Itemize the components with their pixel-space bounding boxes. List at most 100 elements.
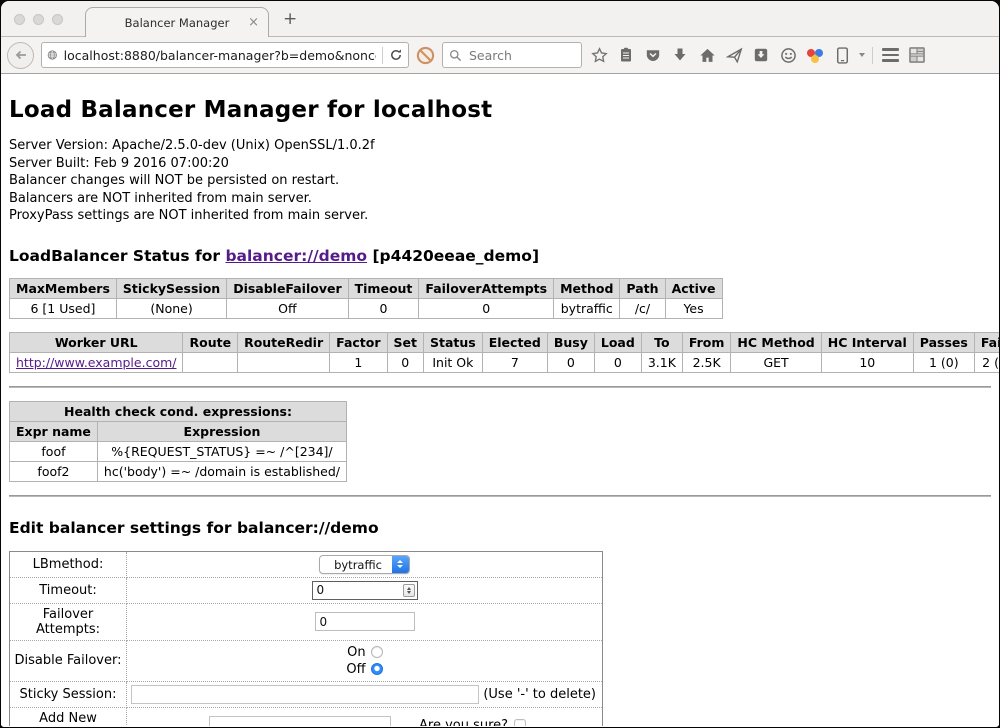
app-grid-button[interactable] (907, 45, 927, 65)
blocked-extension-button[interactable] (416, 46, 435, 65)
window-controls[interactable] (14, 14, 63, 25)
table-header-row: Health check cond. expressions: (10, 401, 347, 421)
sticky-value-cell: (Use '-' to delete) (127, 681, 603, 707)
lbmethod-label: LBmethod: (10, 551, 127, 577)
cell: 10 (821, 352, 913, 372)
pocket-button[interactable] (643, 45, 663, 65)
cell: 1 (0) (913, 352, 974, 372)
share-button[interactable] (724, 45, 744, 65)
server-info-line: Server Version: Apache/2.5.0-dev (Unix) … (9, 137, 991, 155)
form-row: Add New Worker: Are you sure? (10, 707, 603, 726)
column-header: RouteRedir (238, 332, 330, 352)
worker-url-link[interactable]: http://www.example.com/ (16, 355, 176, 370)
radio-off[interactable] (371, 663, 383, 675)
edit-balancer-form: LBmethod: bytraffic Timeout: (9, 551, 603, 727)
column-header: Route (183, 332, 238, 352)
timeout-input[interactable] (312, 581, 418, 600)
home-button[interactable] (697, 45, 717, 65)
table-row: 6 [1 Used] (None) Off 0 0 bytraffic /c/ … (10, 298, 723, 318)
column-header: StickySession (116, 278, 226, 298)
column-header: Busy (547, 332, 594, 352)
sticky-session-input[interactable] (131, 685, 479, 704)
reload-icon (389, 48, 403, 62)
save-panel-icon (753, 47, 769, 63)
pocket-icon (645, 47, 661, 63)
cell: /c/ (620, 298, 665, 318)
tab-close-icon[interactable]: × (248, 15, 259, 30)
color-dots-icon (807, 47, 823, 63)
disable-failover-label: Disable Failover: (10, 640, 127, 681)
search-input[interactable] (467, 47, 557, 64)
back-button[interactable] (7, 42, 34, 69)
column-header: HC Method (731, 332, 821, 352)
table-row: http://www.example.com/ 1 0 Init Ok 7 0 … (10, 352, 1000, 372)
browser-tab[interactable]: Balancer Manager × (85, 7, 269, 37)
column-header: To (641, 332, 682, 352)
table-row: foof %{REQUEST_STATUS} =~ /^[234]/ (10, 441, 347, 461)
bookmark-button[interactable] (589, 45, 609, 65)
url-text[interactable]: localhost:8880/balancer-manager?b=demo&n… (64, 48, 376, 63)
server-info-line: Balancers are NOT inherited from main se… (9, 190, 991, 208)
browser-window: Balancer Manager × + localhost:8880/bala… (1, 1, 999, 727)
column-header: Path (620, 278, 665, 298)
add-worker-input[interactable] (209, 716, 391, 726)
server-info: Server Version: Apache/2.5.0-dev (Unix) … (9, 137, 991, 225)
failover-attempts-input[interactable] (315, 612, 415, 631)
cell: (None) (116, 298, 226, 318)
cell: 2.5K (682, 352, 731, 372)
minimize-window-icon[interactable] (33, 14, 44, 25)
downloads-button[interactable] (670, 45, 690, 65)
column-header: Timeout (348, 278, 419, 298)
worker-url-cell: http://www.example.com/ (10, 352, 183, 372)
forget-button[interactable] (778, 45, 798, 65)
close-window-icon[interactable] (14, 14, 25, 25)
reading-list-button[interactable] (616, 45, 636, 65)
balancer-link[interactable]: balancer://demo (225, 247, 367, 265)
cell: 0 (419, 298, 554, 318)
new-tab-button[interactable]: + (283, 9, 297, 29)
confirm-checkbox[interactable] (514, 719, 526, 726)
column-header: Worker URL (10, 332, 183, 352)
worker-table: Worker URL Route RouteRedir Factor Set S… (9, 332, 999, 373)
form-row: Sticky Session: (Use '-' to delete) (10, 681, 603, 707)
column-header: Expression (97, 421, 346, 441)
reload-button[interactable] (389, 48, 403, 62)
cell: 0 (594, 352, 641, 372)
failover-attempts-label: Failover Attempts: (10, 603, 127, 640)
radio-on-label: On (347, 645, 365, 660)
column-header: Fails (974, 332, 999, 352)
blocked-icon (416, 46, 435, 65)
add-worker-value-cell: Are you sure? (127, 707, 603, 726)
cell: Yes (665, 298, 722, 318)
cell: foof (10, 441, 98, 461)
cell (238, 352, 330, 372)
search-bar[interactable] (442, 42, 582, 68)
lbmethod-select[interactable]: bytraffic (319, 555, 410, 574)
column-header: Method (554, 278, 620, 298)
cell: bytraffic (554, 298, 620, 318)
form-row: Disable Failover: On Off (10, 640, 603, 681)
save-to-panel-button[interactable] (751, 45, 771, 65)
status-heading-suffix: [p4420eeae_demo] (367, 247, 539, 265)
radio-on[interactable] (371, 646, 383, 658)
status-heading-prefix: LoadBalancer Status for (9, 247, 225, 265)
extension-colors-button[interactable] (805, 45, 825, 65)
responsive-mode-button[interactable] (832, 45, 852, 65)
edit-settings-heading: Edit balancer settings for balancer://de… (9, 519, 991, 537)
menu-button[interactable] (880, 45, 900, 65)
column-header: Expr name (10, 421, 98, 441)
balancer-status-table: MaxMembers StickySession DisableFailover… (9, 278, 723, 319)
column-header: HC Interval (821, 332, 913, 352)
toolbar-overflow-button[interactable] (859, 53, 865, 57)
server-info-line: ProxyPass settings are NOT inherited fro… (9, 207, 991, 225)
cell: 6 [1 Used] (10, 298, 117, 318)
disable-failover-value-cell: On Off (127, 640, 603, 681)
responsive-mode-icon (835, 47, 850, 64)
cell: 7 (482, 352, 547, 372)
app-grid-icon (908, 46, 926, 64)
column-header: Active (665, 278, 722, 298)
lbmethod-selected-value: bytraffic (320, 556, 392, 573)
zoom-window-icon[interactable] (52, 14, 63, 25)
url-bar[interactable]: localhost:8880/balancer-manager?b=demo&n… (41, 42, 409, 68)
number-spinner-icon[interactable] (403, 584, 415, 597)
